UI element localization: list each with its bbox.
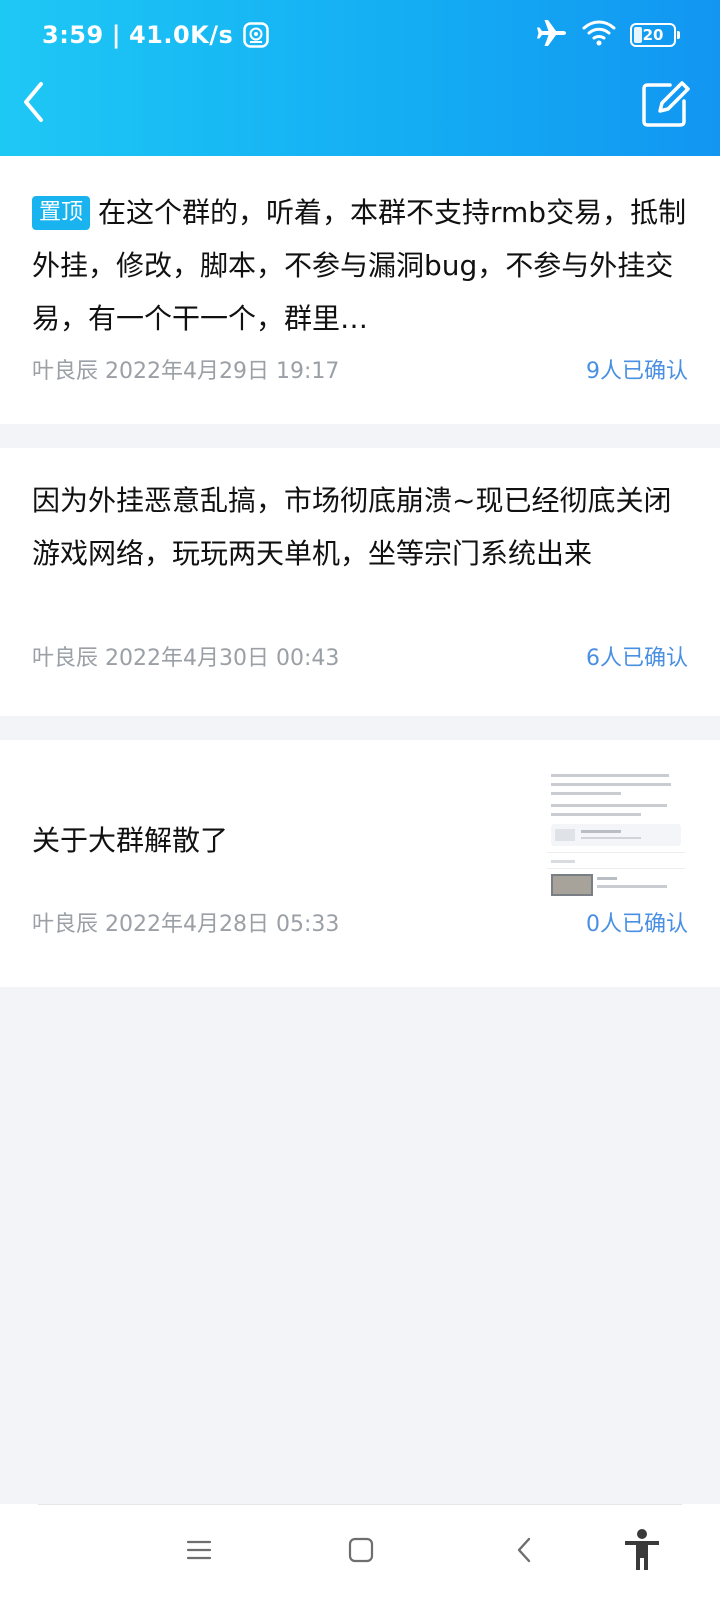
post-time: 2022年4月29日 19:17	[105, 359, 340, 384]
back-button[interactable]	[12, 82, 56, 126]
announcement-text-wrap: 置顶 在这个群的，听着，本群不支持rmb交易，抵制外挂，修改，脚本，不参与漏洞bu…	[32, 186, 688, 345]
accessibility-icon	[623, 1528, 661, 1576]
network-speed: 41.0K/s	[128, 21, 234, 49]
chevron-left-icon	[19, 80, 49, 128]
author-time: 叶良辰 2022年4月30日 00:43	[32, 640, 339, 672]
author-name: 叶良辰	[32, 359, 99, 384]
system-nav-bar	[0, 1504, 720, 1600]
announcement-text: 在这个群的，听着，本群不支持rmb交易，抵制外挂，修改，脚本，不参与漏洞bug，…	[32, 196, 687, 335]
post-time: 2022年4月30日 00:43	[105, 646, 340, 671]
announcement-meta: 叶良辰 2022年4月28日 05:33 0人已确认	[32, 907, 688, 937]
announcement-text-wrap: 因为外挂恶意乱搞，市场彻底崩溃~现已经彻底关闭游戏网络，玩玩两天单机，坐等宗门系…	[32, 474, 688, 580]
home-square-icon	[348, 1537, 374, 1567]
confirm-count[interactable]: 6人已确认	[586, 640, 688, 672]
confirm-count[interactable]: 9人已确认	[586, 353, 688, 385]
announcement-text: 因为外挂恶意乱搞，市场彻底崩溃~现已经彻底关闭游戏网络，玩玩两天单机，坐等宗门系…	[32, 484, 672, 570]
post-time: 2022年4月28日 05:33	[105, 912, 340, 937]
recent-apps-button[interactable]	[169, 1522, 229, 1582]
announcement-card[interactable]: 置顶 在这个群的，听着，本群不支持rmb交易，抵制外挂，修改，脚本，不参与漏洞bu…	[0, 156, 720, 424]
status-separator: |	[111, 21, 121, 49]
battery-icon: 20	[630, 23, 680, 47]
vpn-app-icon	[243, 22, 270, 48]
status-right: 20	[536, 18, 680, 52]
author-time: 叶良辰 2022年4月29日 19:17	[32, 353, 339, 385]
edit-icon	[640, 79, 692, 133]
status-bar: 3:59 | 41.0K/s 20	[0, 0, 720, 70]
announcement-text-wrap: 关于大群解散了	[32, 814, 512, 867]
announcement-card[interactable]: 关于大群解散了 叶良辰 2022年4月28日 05:33 0人已确认	[0, 740, 720, 987]
back-triangle-icon	[514, 1536, 534, 1568]
pinned-badge: 置顶	[32, 196, 91, 230]
edit-button[interactable]	[638, 80, 694, 132]
author-name: 叶良辰	[32, 912, 99, 937]
announcement-thumbnail[interactable]	[547, 760, 685, 906]
announcement-meta: 叶良辰 2022年4月30日 00:43 6人已确认	[32, 641, 688, 671]
announcement-text: 关于大群解散了	[32, 824, 229, 857]
airplane-icon	[536, 18, 568, 52]
menu-icon	[186, 1539, 212, 1565]
wifi-icon	[582, 19, 616, 51]
nav-divider	[38, 1504, 682, 1505]
accessibility-button[interactable]	[612, 1522, 672, 1582]
status-time: 3:59	[42, 21, 104, 49]
home-button[interactable]	[331, 1522, 391, 1582]
app-header: 3:59 | 41.0K/s 20	[0, 0, 720, 156]
author-name: 叶良辰	[32, 646, 99, 671]
author-time: 叶良辰 2022年4月28日 05:33	[32, 906, 339, 938]
announcement-card[interactable]: 因为外挂恶意乱搞，市场彻底崩溃~现已经彻底关闭游戏网络，玩玩两天单机，坐等宗门系…	[0, 448, 720, 716]
announcement-meta: 叶良辰 2022年4月29日 19:17 9人已确认	[32, 354, 688, 384]
battery-level: 20	[642, 26, 664, 44]
confirm-count[interactable]: 0人已确认	[586, 906, 688, 938]
system-back-button[interactable]	[494, 1522, 554, 1582]
status-left: 3:59 | 41.0K/s	[42, 18, 270, 52]
